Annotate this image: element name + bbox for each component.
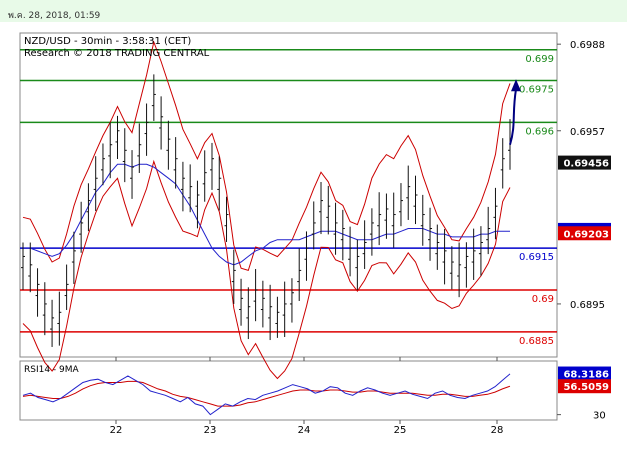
rsi-tag-label: 56.5059 xyxy=(563,382,609,393)
rsi-tag-label: 68.3186 xyxy=(563,370,609,381)
price-tag-label: 0.69456 xyxy=(563,159,609,170)
level-label: 0.6975 xyxy=(519,84,554,95)
x-tick-label: 22 xyxy=(110,425,123,436)
x-tick-label: 23 xyxy=(204,425,217,436)
x-tick-label: 25 xyxy=(394,425,407,436)
rsi-plot xyxy=(22,373,511,416)
x-tick-label: 28 xyxy=(491,425,504,436)
level-label: 0.696 xyxy=(525,126,554,137)
chart-title: NZD/USD - 30min - 3:58:31 (CET) xyxy=(24,36,191,47)
y-tick-label: 0.6895 xyxy=(570,300,605,311)
level-label: 0.699 xyxy=(525,54,554,65)
rsi-line xyxy=(22,373,511,416)
price-axis: 0.69880.69570.68950.694560.692150.692032… xyxy=(110,40,611,436)
y-tick-label: 0.6957 xyxy=(570,127,605,138)
price-tag-label: 0.69203 xyxy=(563,229,609,240)
price-plot: 0.699 0.6975 0.696 0.6915 0.69 0.6885 xyxy=(20,40,557,380)
level-label: 0.6885 xyxy=(519,336,554,347)
level-label: 0.69 xyxy=(532,294,554,305)
level-label: 0.6915 xyxy=(519,252,554,263)
forecast-arrow xyxy=(509,89,517,146)
price-panel-frame xyxy=(19,32,558,358)
rsi-title: RSI14 - 9MA xyxy=(24,365,80,375)
chart-canvas: 0.699 0.6975 0.696 0.6915 0.69 0.6885 0.6988 0… xyxy=(19,32,611,436)
y-tick-label: 0.6988 xyxy=(570,40,605,51)
rsi-y-tick-label: 30 xyxy=(593,411,606,422)
chart-subtitle: Research © 2018 TRADING CENTRAL xyxy=(24,48,210,59)
rsi-panel-frame xyxy=(19,360,558,421)
x-tick-label: 24 xyxy=(298,425,311,436)
